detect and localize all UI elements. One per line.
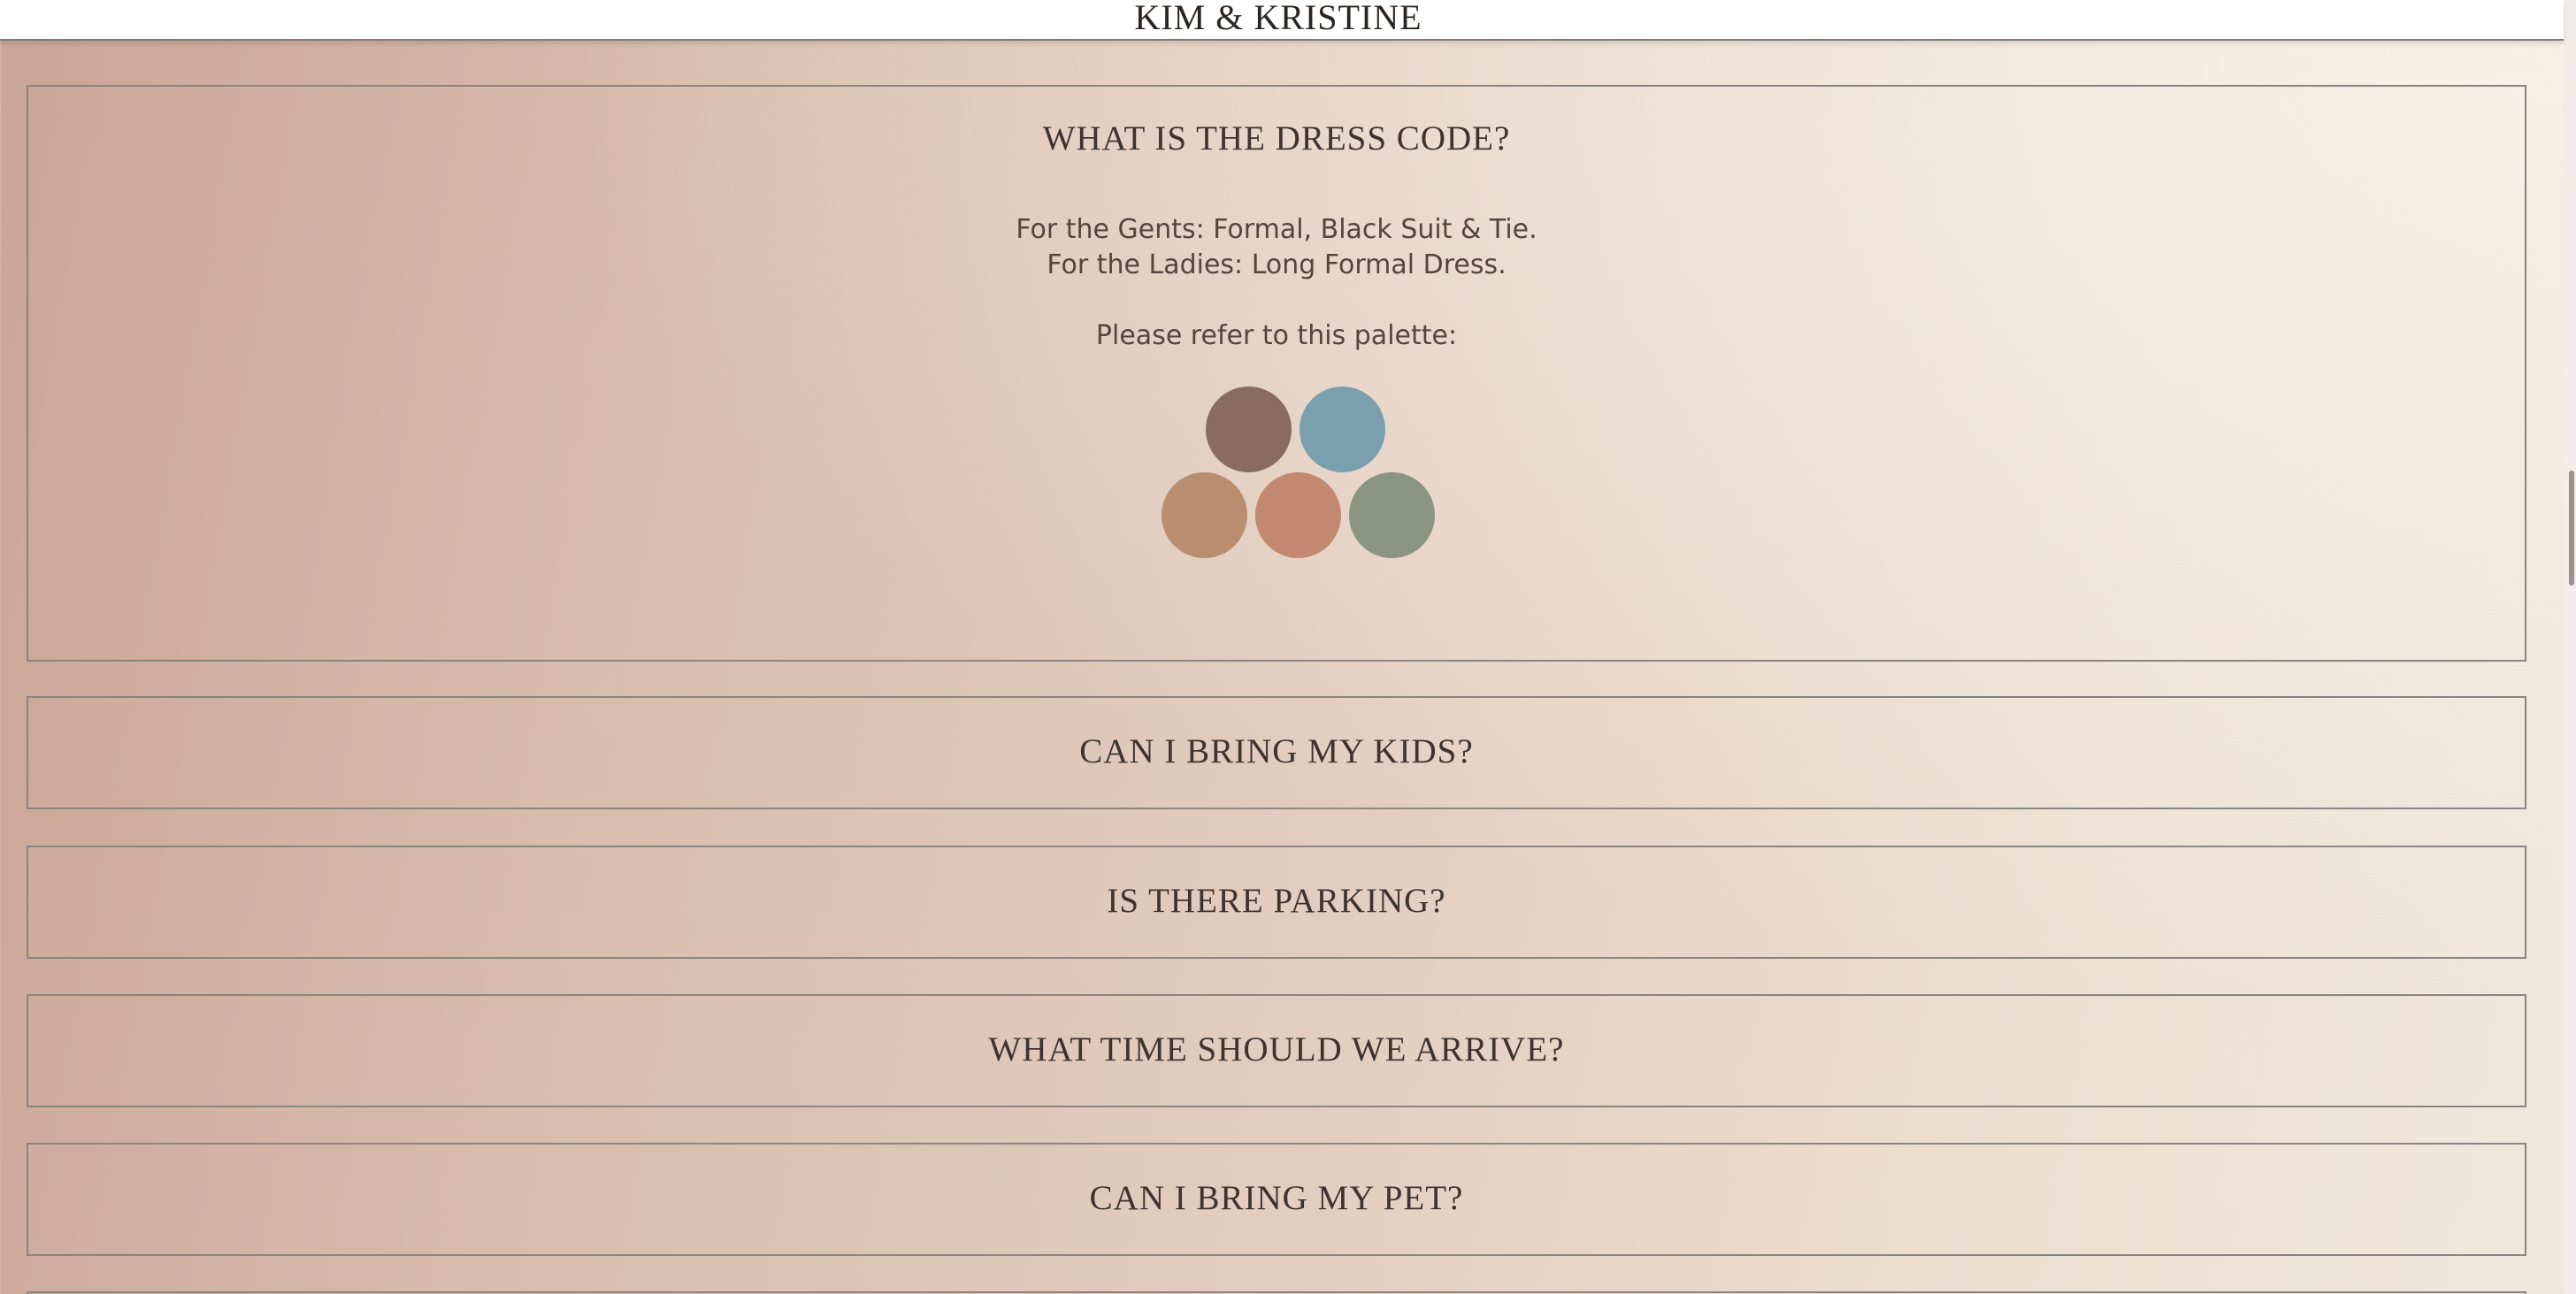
answer-line-gents: For the Gents: Formal, Black Suit & Tie. [1016,214,1537,245]
answer-line-palette: Please refer to this palette: [1095,320,1458,351]
site-title[interactable]: KIM & KRISTINE [0,0,2557,38]
faq-item-kids[interactable]: CAN I BRING MY KIDS? [27,696,2526,809]
answer-line-ladies: For the Ladies: Long Formal Dress. [1046,249,1506,280]
palette-swatch-3 [1162,472,1247,558]
faq-question[interactable]: IS THERE PARKING? [28,881,2525,921]
palette-swatch-4 [1255,472,1341,558]
faq-question[interactable]: CAN I BRING MY KIDS? [28,731,2525,771]
scrollbar-thumb[interactable] [2569,471,2574,586]
palette-swatch-5 [1349,472,1435,558]
faq-item-parking[interactable]: IS THERE PARKING? [27,846,2526,959]
palette-swatch-2 [1300,387,1385,472]
faq-question[interactable]: CAN I BRING MY PET? [28,1178,2525,1218]
faq-question[interactable]: WHAT TIME SHOULD WE ARRIVE? [28,1030,2525,1069]
site-header: KIM & KRISTINE [0,0,2564,41]
faq-item-dress-code[interactable]: WHAT IS THE DRESS CODE? For the Gents: F… [27,85,2526,662]
faq-item-arrival-time[interactable]: WHAT TIME SHOULD WE ARRIVE? [27,994,2526,1107]
faq-item-pet[interactable]: CAN I BRING MY PET? [27,1143,2526,1256]
faq-question[interactable]: WHAT IS THE DRESS CODE? [28,119,2525,158]
palette-swatch-1 [1206,387,1292,472]
page-scrollbar[interactable] [2564,0,2576,1294]
